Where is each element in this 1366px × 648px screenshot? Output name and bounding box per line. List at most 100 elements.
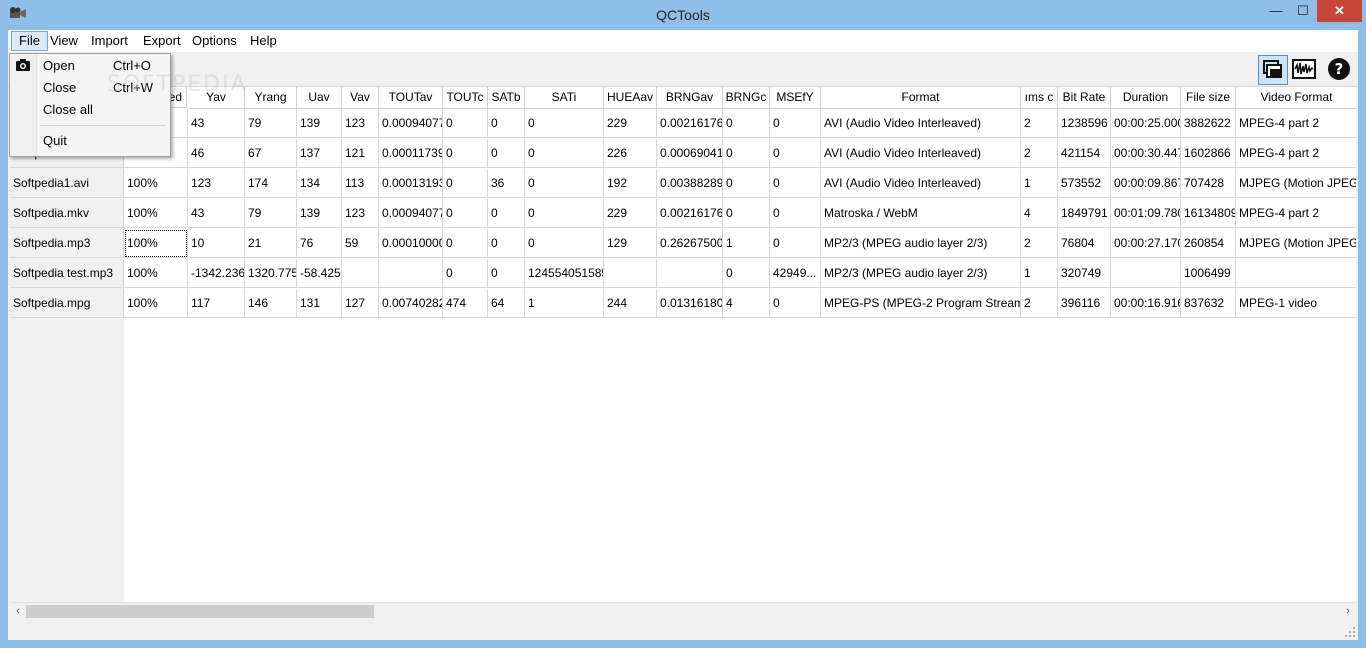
cell-col-sati[interactable]: 0 [525, 139, 604, 168]
cell-col-hueaav[interactable]: 129 [604, 229, 657, 258]
help-button[interactable]: ? [1325, 55, 1353, 83]
cell-col-brngav[interactable]: 0.01316180 [657, 289, 723, 318]
cell-col-vav[interactable]: 113 [342, 169, 379, 198]
table-row[interactable]: Softpedia.avi100%46671371210.00011739000… [10, 139, 1356, 169]
cell-col-name[interactable]: Softpedia test.mp3 [10, 259, 124, 288]
cell-col-brngav[interactable]: 0.00216176 [657, 199, 723, 228]
cell-col-uav[interactable]: 131 [297, 289, 342, 318]
cell-col-ed[interactable]: 100% [124, 259, 188, 288]
cell-col-format[interactable]: MPEG-PS (MPEG-2 Program Stream) [821, 289, 1021, 318]
table-row[interactable]: Softpedia1.avi 100% 123 174 134 113 0.00013193… [10, 169, 1356, 199]
cell-col-hueaav[interactable]: 229 [604, 109, 657, 138]
cell-col-uav[interactable]: 76 [297, 229, 342, 258]
cell-col-sati[interactable]: 1 [525, 289, 604, 318]
cell-col-hueaav[interactable]: 229 [604, 199, 657, 228]
cell-col-streams[interactable]: 4 [1021, 199, 1058, 228]
cell-col-filesize[interactable]: 16134809 [1181, 199, 1236, 228]
cell-col-uav[interactable]: 139 [297, 199, 342, 228]
cell-col-bitrate[interactable]: 76804 [1058, 229, 1111, 258]
cell-col-filesize[interactable]: 3882622 [1181, 109, 1236, 138]
cell-col-uav[interactable]: -58.425 [297, 259, 342, 288]
cell-col-brngc[interactable]: 4 [723, 289, 770, 318]
cell-col-ed[interactable]: 100% [124, 199, 188, 228]
cell-col-streams[interactable]: 2 [1021, 109, 1058, 138]
cell-col-bitrate[interactable]: 573552 [1058, 169, 1111, 198]
header-col-uav[interactable]: Uav [297, 87, 342, 109]
cell-col-sati[interactable]: 0 [525, 109, 604, 138]
cell-col-satb[interactable]: 0 [488, 139, 525, 168]
menu-view[interactable]: View [43, 32, 85, 50]
header-col-format[interactable]: Format [821, 87, 1021, 109]
cell-col-videoformat[interactable] [1236, 259, 1356, 288]
cell-col-brngc[interactable]: 0 [723, 169, 770, 198]
header-col-msefy[interactable]: MSEfY [770, 87, 821, 109]
cell-col-bitrate[interactable]: 1238596 [1058, 109, 1111, 138]
cell-col-name[interactable]: Softpedia.mkv [10, 199, 124, 228]
cell-col-yav[interactable]: 117 [188, 289, 245, 318]
cell-col-brngav[interactable]: 0.26267500 [657, 229, 723, 258]
cell-col-sati[interactable]: 0 [525, 229, 604, 258]
title-bar[interactable]: QCTools — ☐ ✕ [0, 0, 1366, 30]
cell-col-sati[interactable]: 0 [525, 169, 604, 198]
header-col-toutc[interactable]: TOUTc [443, 87, 488, 109]
cell-col-format[interactable]: AVI (Audio Video Interleaved) [821, 139, 1021, 168]
cell-col-duration[interactable]: 00:00:27.170 [1111, 229, 1181, 258]
cell-col-uav[interactable]: 139 [297, 109, 342, 138]
close-button[interactable]: ✕ [1317, 0, 1362, 22]
minimize-button[interactable]: — [1262, 0, 1290, 22]
header-col-satb[interactable]: SATb [488, 87, 525, 109]
cell-col-toutc[interactable]: 0 [443, 229, 488, 258]
cell-col-brngav[interactable]: 0.00388289 [657, 169, 723, 198]
cell-col-yrang[interactable]: 79 [245, 109, 297, 138]
cell-col-brngc[interactable]: 0 [723, 199, 770, 228]
cell-col-toutc[interactable]: 0 [443, 259, 488, 288]
menu-options[interactable]: Options [185, 32, 244, 50]
cell-col-toutc[interactable]: 0 [443, 109, 488, 138]
cell-col-toutc[interactable]: 0 [443, 169, 488, 198]
scroll-thumb[interactable] [26, 605, 374, 618]
cell-col-vav[interactable]: 121 [342, 139, 379, 168]
cell-col-name[interactable]: Softpedia.mpg [10, 289, 124, 318]
cell-col-format[interactable]: MP2/3 (MPEG audio layer 2/3) [821, 259, 1021, 288]
cell-col-yav[interactable]: 43 [188, 199, 245, 228]
cell-col-brngc[interactable]: 0 [723, 109, 770, 138]
cell-col-hueaav[interactable] [604, 259, 657, 288]
cell-col-toutav[interactable]: 0.00013193 [379, 169, 443, 198]
waveform-view-button[interactable] [1290, 55, 1318, 83]
cell-col-toutav[interactable] [379, 259, 443, 288]
cell-col-msefy[interactable]: 0 [770, 199, 821, 228]
cell-col-brngc[interactable]: 0 [723, 139, 770, 168]
cell-col-yav[interactable]: 43 [188, 109, 245, 138]
resize-grip-icon[interactable] [1344, 626, 1356, 638]
cell-col-yav[interactable]: 123 [188, 169, 245, 198]
table-row[interactable]: Softpedia.mp3 100% 10 21 76 59 0.00010000 0 0 0 12… [10, 229, 1356, 259]
cell-col-yav[interactable]: 10 [188, 229, 245, 258]
cell-col-toutc[interactable]: 0 [443, 139, 488, 168]
cell-col-ed[interactable]: 100% [124, 229, 188, 258]
cell-col-brngav[interactable]: 0.00216176 [657, 109, 723, 138]
menu-help[interactable]: Help [243, 32, 284, 50]
cell-col-sati[interactable]: 0 [525, 199, 604, 228]
header-col-sati[interactable]: SATi [525, 87, 604, 109]
cell-col-bitrate[interactable]: 1849791 [1058, 199, 1111, 228]
header-col-videoformat[interactable]: Video Format [1236, 87, 1356, 109]
cell-col-satb[interactable]: 0 [488, 229, 525, 258]
cell-col-hueaav[interactable]: 192 [604, 169, 657, 198]
cell-col-vav[interactable]: 123 [342, 109, 379, 138]
cell-col-filesize[interactable]: 1602866 [1181, 139, 1236, 168]
cell-col-ed[interactable]: 100% [124, 289, 188, 318]
cell-col-filesize[interactable]: 707428 [1181, 169, 1236, 198]
cell-col-vav[interactable] [342, 259, 379, 288]
cell-col-satb[interactable]: 0 [488, 199, 525, 228]
header-col-hueaav[interactable]: HUEAav [604, 87, 657, 109]
cell-col-streams[interactable]: 2 [1021, 289, 1058, 318]
cell-col-videoformat[interactable]: MJPEG (Motion JPEG) [1236, 169, 1356, 198]
header-col-toutav[interactable]: TOUTav [379, 87, 443, 109]
windows-view-button[interactable] [1258, 55, 1288, 85]
cell-col-videoformat[interactable]: MJPEG (Motion JPEG) [1236, 229, 1356, 258]
cell-col-bitrate[interactable]: 396116 [1058, 289, 1111, 318]
cell-col-duration[interactable] [1111, 259, 1181, 288]
menu-export[interactable]: Export [136, 32, 188, 50]
cell-col-toutav[interactable]: 0.00011739 [379, 139, 443, 168]
cell-col-toutav[interactable]: 0.00740282 [379, 289, 443, 318]
